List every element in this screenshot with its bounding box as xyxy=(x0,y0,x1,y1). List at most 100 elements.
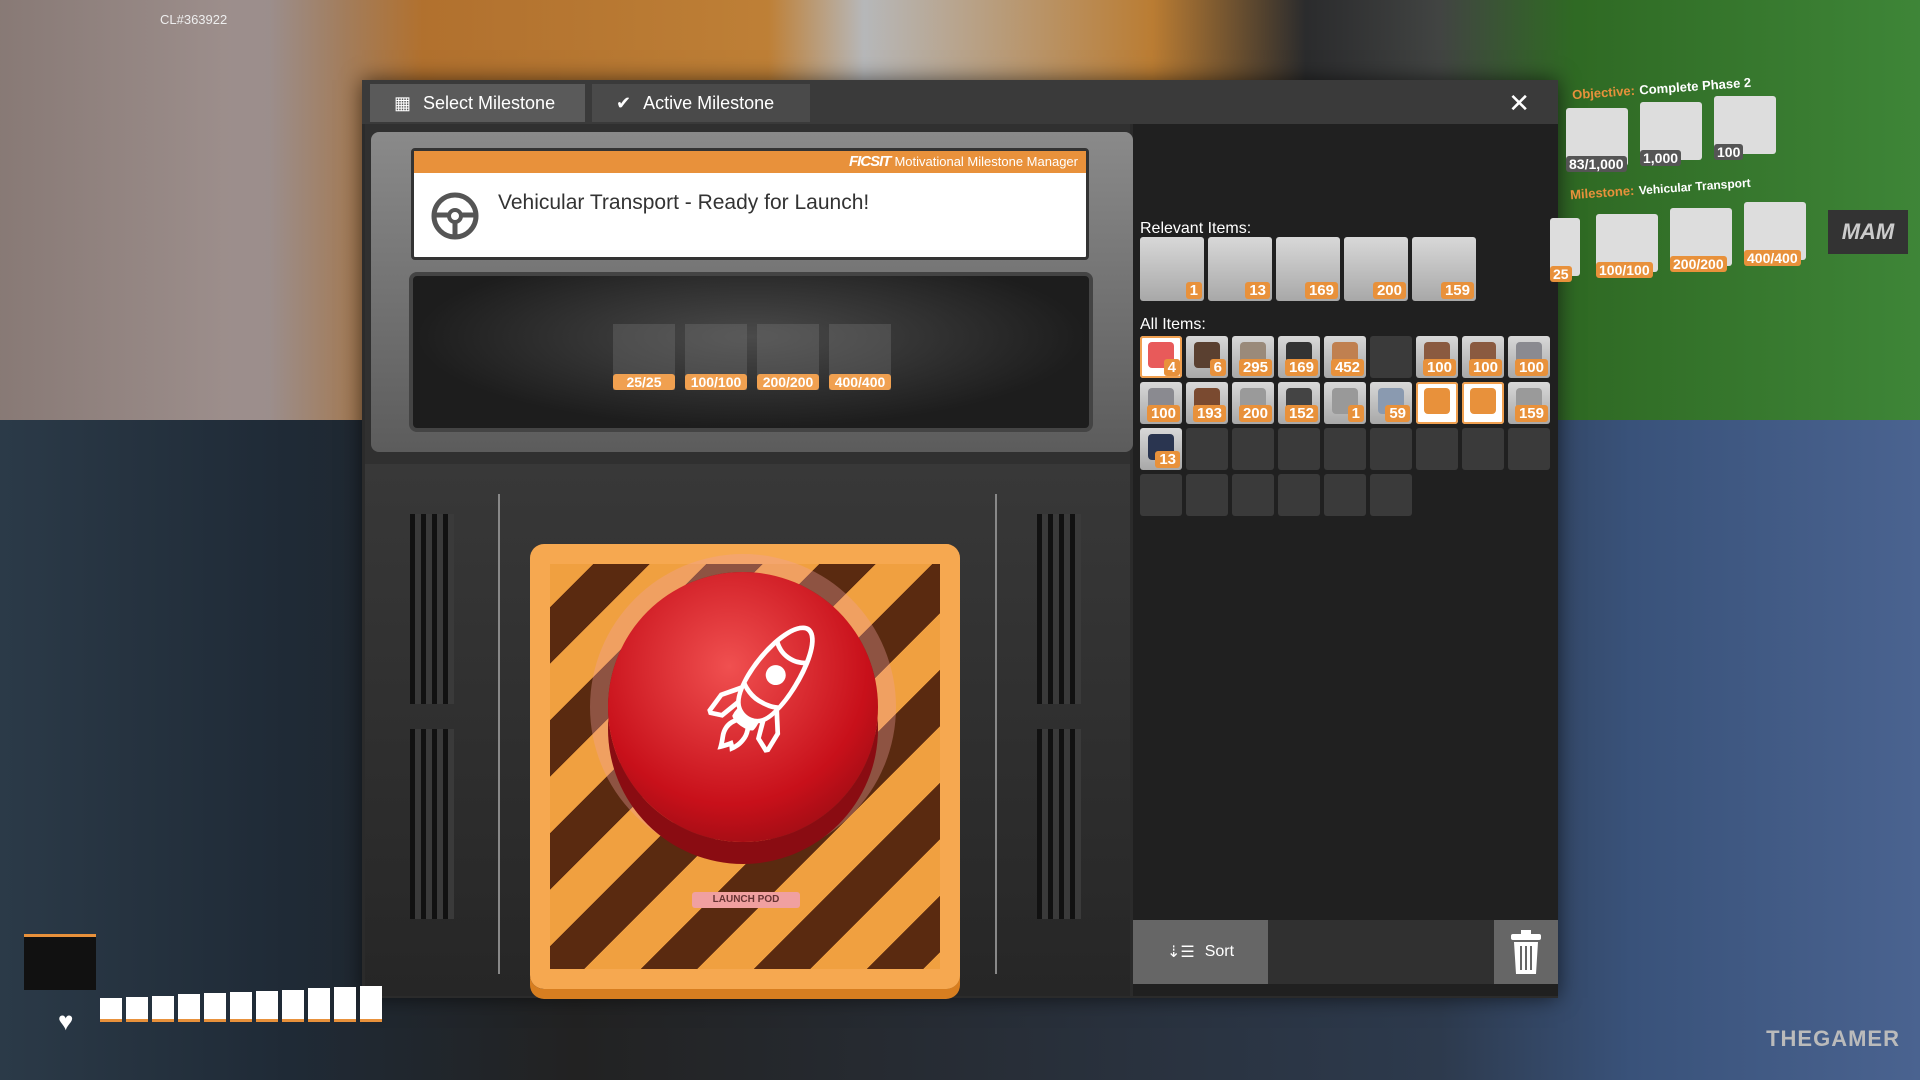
health-bar xyxy=(100,986,382,1022)
cost-count: 200/200 xyxy=(757,374,819,390)
empty-slot[interactable] xyxy=(1186,474,1228,516)
item-count: 200 xyxy=(1372,282,1406,299)
inventory-item[interactable]: 295 xyxy=(1232,336,1274,378)
hud-item: 1,000 xyxy=(1640,102,1702,166)
item-count: 100 xyxy=(1468,359,1502,376)
launch-panel: 🚀︎ LAUNCH POD xyxy=(530,544,960,989)
all-items-label: All Items: xyxy=(1140,316,1206,333)
inventory-item[interactable]: 1 xyxy=(1324,382,1366,424)
inventory-item[interactable]: 4 xyxy=(1140,336,1182,378)
heart-icon: ♥ xyxy=(58,1006,74,1036)
vent xyxy=(410,514,454,704)
item-count: 169 xyxy=(1304,282,1338,299)
inventory-item[interactable]: 59 xyxy=(1370,382,1412,424)
health-segment xyxy=(126,996,148,1022)
empty-slot[interactable] xyxy=(1370,336,1412,378)
item-count: 159 xyxy=(1514,405,1548,422)
inventory-item[interactable]: 169 xyxy=(1278,336,1320,378)
health-segment xyxy=(100,998,122,1022)
tab-label: Select Milestone xyxy=(423,92,556,113)
cost-item: 25/25 xyxy=(613,324,675,390)
launch-pod-button[interactable]: 🚀︎ xyxy=(608,572,878,842)
mam-logo: MAM xyxy=(1828,210,1908,254)
trash-button[interactable] xyxy=(1494,920,1558,984)
objective-label: Objective: xyxy=(1571,82,1636,103)
relevant-item[interactable]: 159 xyxy=(1412,237,1476,301)
inventory-item[interactable]: 100 xyxy=(1508,336,1550,378)
tab-active-milestone[interactable]: ✔ Active Milestone xyxy=(592,84,810,122)
health-segment xyxy=(256,990,278,1022)
hud-item: 83/1,000 xyxy=(1566,108,1628,172)
milestone-title: Vehicular Transport - Ready for Launch! xyxy=(498,191,870,214)
empty-slot[interactable] xyxy=(1324,428,1366,470)
hud-count: 83/1,000 xyxy=(1566,156,1627,172)
inventory-item[interactable]: 100 xyxy=(1140,382,1182,424)
steering-wheel-icon xyxy=(431,192,479,240)
cost-item: 100/100 xyxy=(685,324,747,390)
vent xyxy=(410,729,454,919)
hud-item: 25 xyxy=(1550,218,1580,282)
vent xyxy=(1037,514,1081,704)
empty-slot[interactable] xyxy=(1370,428,1412,470)
item-count: 13 xyxy=(1245,282,1270,299)
milestone-panel: FICSIT Motivational Milestone Manager Veh… xyxy=(365,124,1133,996)
inventory-item[interactable] xyxy=(1462,382,1504,424)
watermark: THEGAMER xyxy=(1766,1026,1900,1051)
empty-slot[interactable] xyxy=(1508,428,1550,470)
item-count: 295 xyxy=(1238,359,1272,376)
inventory-item[interactable] xyxy=(1416,382,1458,424)
inventory-item[interactable]: 159 xyxy=(1508,382,1550,424)
item-graphic xyxy=(1470,388,1496,414)
launch-area: 🚀︎ LAUNCH POD xyxy=(365,464,1130,996)
empty-slot[interactable] xyxy=(1186,428,1228,470)
item-count: 452 xyxy=(1330,359,1364,376)
hud-item: 100/100 xyxy=(1596,214,1658,278)
empty-slot[interactable] xyxy=(1462,428,1504,470)
item-count: 100 xyxy=(1146,405,1180,422)
item-count: 1 xyxy=(1185,282,1202,299)
cost-item: 400/400 xyxy=(829,324,891,390)
empty-slot[interactable] xyxy=(1324,474,1366,516)
inventory-item[interactable]: 452 xyxy=(1324,336,1366,378)
divider xyxy=(498,494,500,974)
cost-count: 25/25 xyxy=(613,374,675,390)
relevant-items-label: Relevant Items: xyxy=(1140,220,1252,237)
inventory-item[interactable]: 152 xyxy=(1278,382,1320,424)
rocket-icon: 🚀︎ xyxy=(677,611,851,771)
item-count: 1 xyxy=(1347,405,1364,422)
tab-label: Active Milestone xyxy=(643,92,775,113)
tab-select-milestone[interactable]: ▦ Select Milestone xyxy=(370,84,585,122)
empty-slot[interactable] xyxy=(1140,474,1182,516)
item-count: 6 xyxy=(1209,359,1226,376)
item-count: 59 xyxy=(1385,405,1410,422)
hud-count: 100 xyxy=(1714,144,1744,160)
cost-tray: 25/25 100/100 200/200 400/400 xyxy=(409,272,1093,432)
empty-slot[interactable] xyxy=(1232,474,1274,516)
relevant-item[interactable]: 200 xyxy=(1344,237,1408,301)
relevant-item[interactable]: 169 xyxy=(1276,237,1340,301)
sort-button[interactable]: ⇣☰ Sort xyxy=(1133,920,1268,984)
close-icon[interactable]: ✕ xyxy=(1508,88,1530,119)
health-segment xyxy=(308,988,330,1022)
item-count: 100 xyxy=(1422,359,1456,376)
inventory-item[interactable]: 6 xyxy=(1186,336,1228,378)
inventory-item[interactable]: 193 xyxy=(1186,382,1228,424)
sort-label: Sort xyxy=(1204,943,1235,960)
relevant-item[interactable]: 13 xyxy=(1208,237,1272,301)
empty-slot[interactable] xyxy=(1232,428,1274,470)
build-label: CL#363922 xyxy=(160,12,228,27)
item-count: 152 xyxy=(1284,405,1318,422)
relevant-item[interactable]: 1 xyxy=(1140,237,1204,301)
cost-count: 100/100 xyxy=(685,374,747,390)
inventory-item[interactable]: 100 xyxy=(1462,336,1504,378)
hud-count: 100/100 xyxy=(1596,262,1653,278)
empty-slot[interactable] xyxy=(1278,474,1320,516)
empty-slot[interactable] xyxy=(1416,428,1458,470)
empty-slot[interactable] xyxy=(1278,428,1320,470)
hud-count: 400/400 xyxy=(1744,250,1801,266)
item-count: 4 xyxy=(1163,359,1180,376)
empty-slot[interactable] xyxy=(1370,474,1412,516)
inventory-item[interactable]: 200 xyxy=(1232,382,1274,424)
inventory-item[interactable]: 100 xyxy=(1416,336,1458,378)
inventory-item[interactable]: 13 xyxy=(1140,428,1182,470)
